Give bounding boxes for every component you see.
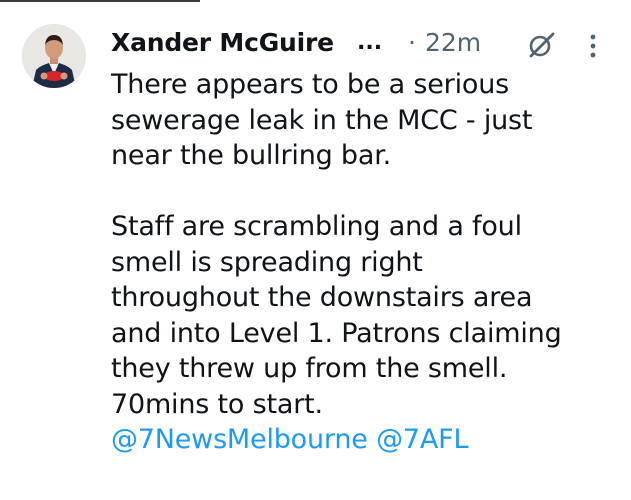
tweet-line: There appears to be a serious: [111, 69, 509, 100]
tweet-header: Xander McGuire ... · 22m: [111, 26, 616, 66]
author-display-name[interactable]: Xander McGuire: [111, 28, 334, 57]
tweet-text: There appears to be a serious sewerage l…: [111, 67, 621, 458]
mentions-line: @7NewsMelbourne @7AFL: [111, 422, 621, 458]
name-truncation: ...: [357, 30, 383, 55]
mention-7newsmelbourne[interactable]: @7NewsMelbourne: [111, 424, 368, 455]
tweet-line: they threw up from the smell.: [111, 353, 508, 384]
tweet-line: 70mins to start.: [111, 388, 323, 420]
separator-dot: ·: [408, 28, 416, 57]
avatar-photo: [22, 24, 86, 88]
tweet-line: and into Level 1. Patrons claiming: [111, 317, 562, 349]
tweet-timestamp[interactable]: 22m: [425, 28, 481, 57]
tweet-line: smell is spreading right: [111, 246, 423, 278]
tweet-line: near the bullring bar.: [111, 140, 392, 171]
tweet-paragraph-2: Staff are scrambling and a foul smell is…: [111, 209, 621, 422]
tweet-line: sewerage leak in the MCC - just: [111, 104, 533, 136]
tweet-card[interactable]: Xander McGuire ... · 22m There appears t…: [0, 0, 631, 500]
tweet-line: throughout the downstairs area: [111, 282, 533, 313]
more-vertical-icon[interactable]: [588, 32, 598, 60]
mention-7afl[interactable]: @7AFL: [376, 424, 468, 455]
grok-slash-icon[interactable]: [526, 30, 556, 60]
tweet-line: Staff are scrambling and a foul: [111, 211, 522, 242]
tweet-paragraph-1: There appears to be a serious sewerage l…: [111, 67, 621, 174]
author-avatar[interactable]: [22, 24, 86, 88]
